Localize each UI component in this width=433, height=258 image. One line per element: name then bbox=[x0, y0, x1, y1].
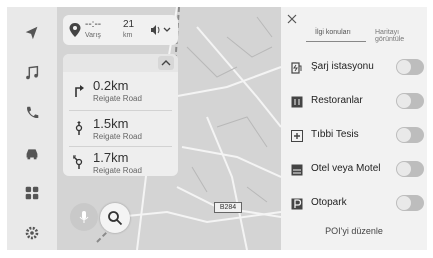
active-tab-indicator bbox=[306, 41, 366, 42]
destination-pin-icon bbox=[69, 23, 81, 37]
maneuver-item[interactable]: 1.5km Reigate Road bbox=[63, 114, 178, 144]
tab-map-view[interactable]: Haritayı görüntüle bbox=[375, 29, 427, 43]
poi-row-medical[interactable]: Tıbbi Tesis bbox=[281, 119, 427, 153]
road-number-sign: B284 bbox=[214, 202, 242, 213]
navigation-arrow-icon bbox=[25, 26, 38, 40]
rail-item-vehicle[interactable] bbox=[7, 133, 57, 173]
rail-item-apps[interactable] bbox=[7, 173, 57, 213]
poi-toggle[interactable] bbox=[396, 127, 424, 143]
eta-distance: 21 bbox=[123, 19, 135, 30]
maneuver-distance: 1.7km bbox=[93, 150, 129, 165]
divider bbox=[69, 146, 172, 147]
microphone-icon bbox=[79, 211, 89, 223]
maneuver-distance: 1.5km bbox=[93, 116, 129, 131]
toggle-knob bbox=[397, 162, 411, 176]
eta-distance-unit: km bbox=[123, 32, 133, 39]
poi-label: Restoranlar bbox=[311, 95, 363, 106]
guidance-header bbox=[63, 54, 178, 72]
hotel-icon bbox=[291, 164, 303, 176]
roundabout-exit-icon bbox=[73, 155, 83, 169]
left-rail bbox=[7, 7, 57, 250]
rail-item-phone[interactable] bbox=[7, 93, 57, 133]
eta-time-label: Varış bbox=[85, 32, 101, 39]
volume-dropdown-icon[interactable] bbox=[149, 23, 173, 37]
car-icon bbox=[26, 149, 38, 160]
rail-item-settings[interactable] bbox=[7, 213, 57, 250]
poi-label: Otopark bbox=[311, 197, 347, 208]
map-view[interactable]: --:-- Varış 21 km 0.2km Reigate Road 1.5… bbox=[57, 7, 281, 250]
poi-label: Tıbbi Tesis bbox=[311, 129, 359, 140]
toggle-knob bbox=[397, 60, 411, 74]
turn-right-arrow-icon bbox=[75, 85, 84, 97]
apps-grid-icon bbox=[25, 186, 39, 200]
music-note-icon bbox=[26, 65, 39, 80]
settings-gear-icon bbox=[25, 226, 39, 240]
poi-row-parking[interactable]: Otopark bbox=[281, 187, 427, 221]
search-button[interactable] bbox=[100, 203, 130, 233]
poi-panel: İlgi konuları Haritayı görüntüle Şarj is… bbox=[281, 7, 427, 250]
maneuver-item[interactable]: 0.2km Reigate Road bbox=[63, 76, 178, 106]
medical-icon bbox=[291, 130, 303, 142]
toggle-knob bbox=[397, 196, 411, 210]
voice-button[interactable] bbox=[70, 203, 98, 231]
roundabout-icon bbox=[75, 121, 83, 135]
chevron-up-icon bbox=[161, 60, 171, 66]
toggle-knob bbox=[397, 94, 411, 108]
eta-time: --:-- bbox=[85, 19, 102, 30]
tab-points-of-interest[interactable]: İlgi konuları bbox=[315, 29, 351, 36]
poi-toggle[interactable] bbox=[396, 59, 424, 75]
turn-guidance-card: 0.2km Reigate Road 1.5km Reigate Road 1.… bbox=[63, 54, 178, 176]
maneuver-road: Reigate Road bbox=[93, 94, 142, 103]
maneuver-item[interactable]: 1.7km Reigate Road bbox=[63, 148, 178, 176]
maneuver-road: Reigate Road bbox=[93, 132, 142, 141]
poi-label: Otel veya Motel bbox=[311, 163, 381, 174]
head-unit-screen: --:-- Varış 21 km 0.2km Reigate Road 1.5… bbox=[7, 7, 427, 250]
rail-item-media[interactable] bbox=[7, 53, 57, 93]
close-icon bbox=[287, 14, 297, 24]
divider bbox=[69, 110, 172, 111]
poi-toggle[interactable] bbox=[396, 93, 424, 109]
maneuver-distance: 0.2km bbox=[93, 78, 129, 93]
charging-station-icon bbox=[291, 62, 302, 74]
maneuver-road: Reigate Road bbox=[93, 166, 142, 175]
poi-label: Şarj istasyonu bbox=[311, 61, 374, 72]
parking-icon bbox=[291, 198, 303, 210]
phone-icon bbox=[27, 106, 39, 119]
poi-toggle[interactable] bbox=[396, 161, 424, 177]
poi-row-charging[interactable]: Şarj istasyonu bbox=[281, 51, 427, 85]
close-button[interactable] bbox=[285, 13, 299, 27]
collapse-button[interactable] bbox=[158, 56, 174, 70]
poi-toggle[interactable] bbox=[396, 195, 424, 211]
rail-item-navigation[interactable] bbox=[7, 13, 57, 53]
restaurant-icon bbox=[291, 96, 303, 108]
eta-card[interactable]: --:-- Varış 21 km bbox=[63, 15, 178, 45]
search-icon bbox=[108, 211, 123, 226]
toggle-knob bbox=[397, 128, 411, 142]
poi-row-hotel[interactable]: Otel veya Motel bbox=[281, 153, 427, 187]
edit-poi-button[interactable]: POI'yi düzenle bbox=[281, 221, 427, 241]
poi-row-restaurants[interactable]: Restoranlar bbox=[281, 85, 427, 119]
